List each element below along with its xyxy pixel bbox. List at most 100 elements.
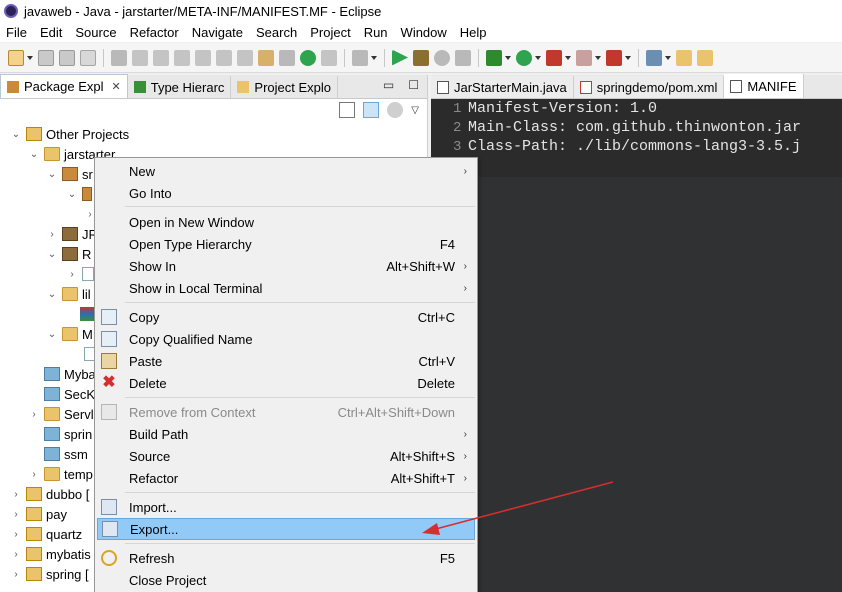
expanded-chevron-icon[interactable]: ⌄ bbox=[46, 169, 58, 180]
menu-item-copy[interactable]: Copy Ctrl+C bbox=[97, 306, 475, 328]
menu-item-build-path[interactable]: Build Path › bbox=[97, 423, 475, 445]
menu-navigate[interactable]: Navigate bbox=[192, 25, 243, 40]
tree-item-jre[interactable]: › JR bbox=[46, 224, 98, 244]
step-into-icon[interactable] bbox=[216, 49, 232, 66]
collapsed-chevron-icon[interactable]: › bbox=[66, 269, 78, 280]
menu-item-copy-qualified-name[interactable]: Copy Qualified Name bbox=[97, 328, 475, 350]
save-icon[interactable] bbox=[38, 49, 54, 66]
link-with-editor-icon[interactable] bbox=[363, 102, 380, 118]
menu-item-new[interactable]: New › bbox=[97, 160, 475, 182]
coverage-dropdown-icon[interactable] bbox=[565, 55, 571, 60]
tree-item-meta-inf[interactable]: ⌄ M bbox=[46, 324, 93, 344]
new-dropdown-icon[interactable] bbox=[27, 55, 33, 60]
menu-item-delete[interactable]: ✖ Delete Delete bbox=[97, 372, 475, 394]
drop-to-frame-icon[interactable] bbox=[279, 49, 295, 66]
tree-item-seckill[interactable]: SecK bbox=[44, 384, 95, 404]
view-menu-icon[interactable]: ▽ bbox=[411, 105, 419, 116]
open-type-dropdown-icon[interactable] bbox=[665, 55, 671, 60]
collapsed-chevron-icon[interactable]: › bbox=[10, 489, 22, 500]
run-as-icon[interactable] bbox=[516, 49, 532, 66]
open-type-icon[interactable] bbox=[646, 49, 662, 66]
deploy-icon[interactable] bbox=[606, 49, 622, 66]
menu-window[interactable]: Window bbox=[401, 25, 447, 40]
coverage-icon[interactable] bbox=[546, 49, 562, 66]
skip-breakpoints-icon[interactable] bbox=[111, 49, 127, 66]
tree-item-quartz[interactable]: › quartz bbox=[10, 524, 82, 544]
run-icon[interactable] bbox=[392, 49, 408, 66]
external-tools-icon[interactable] bbox=[576, 49, 592, 66]
editor-blank-area[interactable] bbox=[431, 177, 842, 592]
menu-item-refactor[interactable]: Refactor Alt+Shift+T › bbox=[97, 467, 475, 489]
tree-item-temp[interactable]: › temp bbox=[28, 464, 93, 484]
collapsed-chevron-icon[interactable]: › bbox=[10, 529, 22, 540]
step-return-icon[interactable] bbox=[258, 49, 274, 66]
server-icon[interactable] bbox=[352, 49, 368, 66]
collapsed-chevron-icon[interactable]: › bbox=[10, 509, 22, 520]
disconnect-icon[interactable] bbox=[195, 49, 211, 66]
print-icon[interactable] bbox=[80, 49, 96, 66]
tree-item-other-projects[interactable]: ⌄ Other Projects bbox=[10, 124, 129, 144]
expanded-chevron-icon[interactable]: ⌄ bbox=[46, 289, 58, 300]
collapsed-chevron-icon[interactable]: › bbox=[10, 569, 22, 580]
menu-source[interactable]: Source bbox=[75, 25, 116, 40]
tree-item-package[interactable]: ⌄ bbox=[66, 184, 96, 204]
menu-file[interactable]: File bbox=[6, 25, 27, 40]
hand-icon[interactable] bbox=[455, 49, 471, 66]
step-over-icon[interactable] bbox=[237, 49, 253, 66]
tree-item-spring-project[interactable]: sprin bbox=[44, 424, 92, 444]
spring-boot-icon[interactable] bbox=[300, 49, 316, 66]
debug-icon[interactable] bbox=[486, 49, 502, 66]
expanded-chevron-icon[interactable]: ⌄ bbox=[10, 129, 22, 140]
toggle-icon[interactable] bbox=[321, 49, 337, 66]
menu-item-show-in[interactable]: Show In Alt+Shift+W › bbox=[97, 255, 475, 277]
tree-item-pay[interactable]: › pay bbox=[10, 504, 67, 524]
menu-run[interactable]: Run bbox=[364, 25, 388, 40]
new-package-icon[interactable] bbox=[697, 49, 713, 66]
menu-edit[interactable]: Edit bbox=[40, 25, 62, 40]
menu-item-source[interactable]: Source Alt+Shift+S › bbox=[97, 445, 475, 467]
run-dropdown-icon[interactable] bbox=[535, 55, 541, 60]
collapsed-chevron-icon[interactable]: › bbox=[46, 229, 58, 240]
expanded-chevron-icon[interactable]: ⌄ bbox=[66, 189, 78, 200]
tree-item-mybatis[interactable]: › mybatis bbox=[10, 544, 90, 564]
tree-item-lib[interactable]: ⌄ lil bbox=[46, 284, 91, 304]
tree-item-ssm[interactable]: ssm bbox=[44, 444, 88, 464]
tab-pom-xml[interactable]: springdemo/pom.xml bbox=[573, 76, 725, 98]
tab-project-explorer[interactable]: Project Explo bbox=[231, 76, 339, 98]
expanded-chevron-icon[interactable]: ⌄ bbox=[28, 149, 40, 160]
save-all-icon[interactable] bbox=[59, 49, 75, 66]
menu-item-refresh[interactable]: Refresh F5 bbox=[97, 547, 475, 569]
menu-item-go-into[interactable]: Go Into bbox=[97, 182, 475, 204]
tab-type-hierarchy[interactable]: Type Hierarc bbox=[128, 76, 232, 98]
new-class-icon[interactable] bbox=[676, 49, 692, 66]
tab-manifest[interactable]: MANIFE bbox=[724, 74, 804, 98]
menu-item-show-in-terminal[interactable]: Show in Local Terminal › bbox=[97, 277, 475, 299]
menu-item-open-type-hierarchy[interactable]: Open Type Hierarchy F4 bbox=[97, 233, 475, 255]
menu-item-export[interactable]: Export... bbox=[97, 518, 475, 540]
menu-item-remove-from-context[interactable]: Remove from Context Ctrl+Alt+Shift+Down bbox=[97, 401, 475, 423]
focus-icon[interactable] bbox=[387, 102, 404, 118]
tree-item-spring[interactable]: › spring [ bbox=[10, 564, 88, 584]
deploy-dropdown-icon[interactable] bbox=[625, 55, 631, 60]
close-icon[interactable]: ✕ bbox=[112, 80, 121, 93]
menu-item-close-project[interactable]: Close Project bbox=[97, 569, 475, 591]
menu-project[interactable]: Project bbox=[310, 25, 350, 40]
menu-help[interactable]: Help bbox=[460, 25, 487, 40]
maximize-icon[interactable]: ☐ bbox=[408, 78, 419, 92]
terminate-icon[interactable] bbox=[174, 49, 190, 66]
tab-jarstartermain[interactable]: JarStarterMain.java bbox=[431, 76, 574, 98]
suspend-icon[interactable] bbox=[153, 49, 169, 66]
menu-item-import[interactable]: Import... bbox=[97, 496, 475, 518]
menu-search[interactable]: Search bbox=[256, 25, 297, 40]
code-editor[interactable]: 1 Manifest-Version: 1.0 2 Main-Class: com.… bbox=[431, 99, 842, 177]
collapse-all-icon[interactable] bbox=[339, 102, 356, 118]
tree-item-dubbo[interactable]: › dubbo [ bbox=[10, 484, 89, 504]
expanded-chevron-icon[interactable]: ⌄ bbox=[46, 329, 58, 340]
external-dropdown-icon[interactable] bbox=[595, 55, 601, 60]
tree-item-mybatis-gen[interactable]: Myba bbox=[44, 364, 96, 384]
server-dropdown-icon[interactable] bbox=[371, 55, 377, 60]
minimize-icon[interactable]: ▭ bbox=[383, 78, 394, 92]
tab-package-explorer[interactable]: Package Expl ✕ bbox=[0, 74, 128, 98]
collapsed-chevron-icon[interactable]: › bbox=[28, 409, 40, 420]
new-icon[interactable] bbox=[8, 49, 24, 66]
